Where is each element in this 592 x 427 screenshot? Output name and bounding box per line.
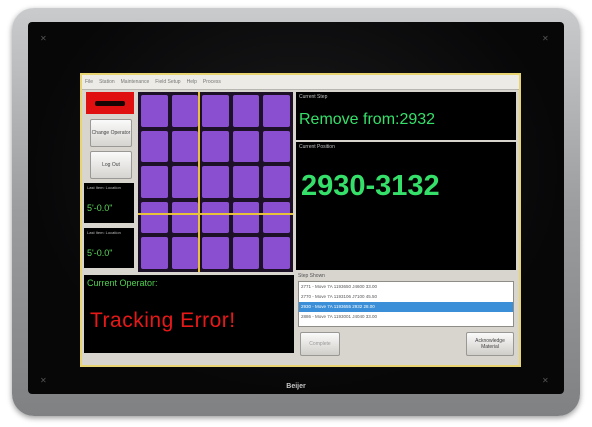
- location-value: 5'-0.0": [87, 203, 113, 213]
- hmi-screen: File Station Maintenance Field Setup Hel…: [80, 73, 521, 367]
- grid-cell[interactable]: [171, 201, 199, 234]
- current-step-value: Remove from:2932: [299, 111, 436, 128]
- grid-cell[interactable]: [263, 237, 290, 269]
- grid-cell[interactable]: [263, 95, 290, 127]
- crosshair-vertical: [198, 92, 200, 272]
- grid-cell[interactable]: [141, 201, 168, 234]
- current-operator-panel: Current Operator: Tracking Error!: [84, 275, 294, 353]
- list-item-selected[interactable]: 2930 - Move 7A 1193655 2932 28.00: [299, 302, 513, 312]
- menu-bar: File Station Maintenance Field Setup Hel…: [82, 75, 519, 90]
- screw-icon: ✕: [40, 34, 47, 43]
- grid-cell[interactable]: [263, 166, 290, 198]
- panel-title: Current Position: [299, 144, 335, 150]
- grid-cell[interactable]: [202, 166, 229, 198]
- location-grid[interactable]: [138, 92, 293, 272]
- grid-cell[interactable]: [141, 237, 168, 269]
- operator-label: Current Operator:: [87, 278, 158, 288]
- grid-cell[interactable]: [202, 95, 229, 127]
- location-value: 5'-0.0": [87, 248, 113, 258]
- list-item[interactable]: 2771 - Move 7A 1193650 J4600 33.00: [299, 282, 513, 292]
- menu-item[interactable]: Station: [99, 79, 115, 85]
- grid-cell[interactable]: [263, 201, 290, 234]
- menu-item[interactable]: Field Setup: [155, 79, 180, 85]
- grid-cell[interactable]: [232, 237, 260, 269]
- list-item[interactable]: 2770 - Move 7A 1193106 J7100 45.50: [299, 292, 513, 302]
- log-out-button[interactable]: Log Out: [90, 151, 132, 179]
- grid-cell[interactable]: [141, 166, 168, 198]
- current-position-panel: Current Position 2930-3132: [296, 142, 516, 270]
- acknowledge-material-button[interactable]: Acknowledge Material: [466, 332, 514, 356]
- menu-item[interactable]: Maintenance: [121, 79, 150, 85]
- grid-cell[interactable]: [232, 95, 260, 127]
- panel-title: Current Step: [299, 94, 328, 100]
- menu-item[interactable]: File: [85, 79, 93, 85]
- operator-value: Tracking Error!: [90, 309, 236, 332]
- current-step-panel: Current Step Remove from:2932: [296, 92, 516, 140]
- panel-title: Last Item: Location: [87, 185, 121, 190]
- grid-cell[interactable]: [263, 130, 290, 163]
- complete-button[interactable]: Complete: [300, 332, 340, 356]
- grid-cell[interactable]: [202, 201, 229, 234]
- grid-cell[interactable]: [202, 237, 229, 269]
- grid-cell[interactable]: [141, 95, 168, 127]
- grid-cell[interactable]: [171, 166, 199, 198]
- last-item-location-panel: Last Item: Location 5'-0.0": [84, 183, 134, 223]
- grid-cell[interactable]: [141, 130, 168, 163]
- company-logo: [86, 92, 134, 114]
- crosshair-horizontal: [138, 213, 293, 215]
- grid-cell[interactable]: [202, 130, 229, 163]
- menu-item[interactable]: Help: [187, 79, 197, 85]
- grid-cell[interactable]: [232, 201, 260, 234]
- grid-cell[interactable]: [171, 130, 199, 163]
- steps-label: Step Shown: [298, 273, 325, 279]
- grid-cell[interactable]: [171, 237, 199, 269]
- brand-logo: Beijer: [286, 383, 306, 390]
- change-operator-button[interactable]: Change Operator: [90, 119, 132, 147]
- menu-item[interactable]: Process: [203, 79, 221, 85]
- screw-icon: ✕: [542, 34, 549, 43]
- list-item[interactable]: 2886 - Move 7A 1193001 J4040 33.00: [299, 312, 513, 322]
- grid-cell[interactable]: [232, 130, 260, 163]
- grid-cell[interactable]: [232, 166, 260, 198]
- grid-cell[interactable]: [171, 95, 199, 127]
- last-item-location-panel: Last Item: Location 5'-0.0": [84, 228, 134, 268]
- current-position-value: 2930-3132: [301, 170, 440, 202]
- step-list[interactable]: 2771 - Move 7A 1193650 J4600 33.00 2770 …: [298, 281, 514, 327]
- steps-section: Step Shown 2771 - Move 7A 1193650 J4600 …: [296, 272, 516, 360]
- panel-title: Last Item: Location: [87, 230, 121, 235]
